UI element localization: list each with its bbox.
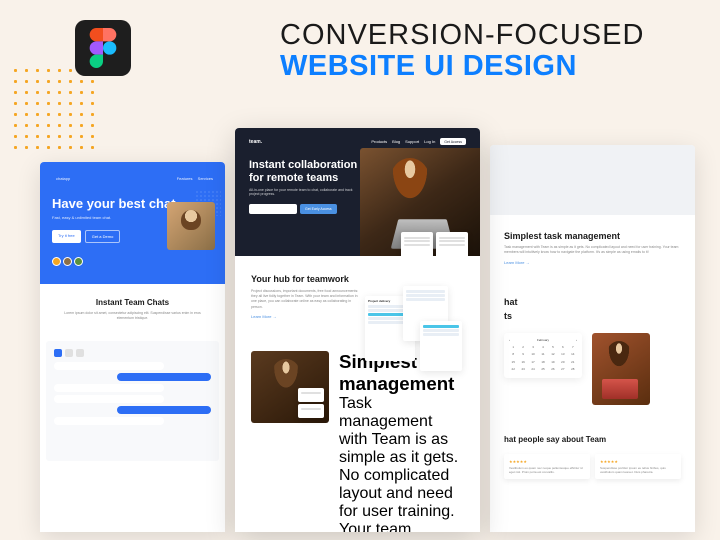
task-card: [298, 404, 324, 418]
testimonials-section: hat people say about Team ★★★★★ Vestibul…: [490, 421, 695, 493]
demo-button[interactable]: Get a Demo: [85, 230, 121, 243]
calendar-widget[interactable]: ‹February› 1234567 891011121314 15161718…: [504, 333, 582, 379]
section-text: Task management with Team is as simple a…: [504, 245, 681, 256]
avatar: [63, 257, 72, 266]
chat-message: [54, 384, 164, 392]
chat-message-sent: [117, 373, 211, 381]
avatar: [52, 257, 61, 266]
section-title-partial2: ts: [504, 311, 681, 321]
email-field[interactable]: [249, 204, 297, 214]
figma-icon: [89, 28, 117, 68]
top-nav: chatapp Features Services: [52, 176, 213, 181]
top-nav: team. Products Blog Support Log In Get A…: [249, 138, 466, 145]
floating-cards: [401, 232, 468, 256]
try-free-button[interactable]: Try it free: [52, 230, 81, 243]
chat-message: [54, 362, 164, 370]
app-mockups: Project delivery: [365, 286, 470, 381]
nav-products[interactable]: Products: [371, 139, 387, 144]
tab[interactable]: [54, 349, 62, 357]
hero-section: chatapp Features Services Have your best…: [40, 162, 225, 284]
headline-line1: CONVERSION-FOCUSED: [280, 20, 700, 50]
chat-message-sent: [117, 406, 211, 414]
star-rating: ★★★★★: [509, 459, 585, 464]
tab[interactable]: [76, 349, 84, 357]
hero-portrait: [167, 202, 215, 250]
hero-placeholder: [490, 145, 695, 215]
testimonial-text: Vestibulum eu quam nec neque pellentesqu…: [509, 466, 585, 474]
section-text: Task management with Team is as simple a…: [339, 395, 464, 532]
calendar-month: February: [537, 338, 549, 342]
nav-features[interactable]: Features: [177, 176, 193, 181]
headline: CONVERSION-FOCUSED WEBSITE UI DESIGN: [280, 20, 700, 83]
logo-text: chatapp: [56, 176, 70, 181]
task-card: [401, 232, 433, 256]
nav-support[interactable]: Support: [405, 139, 419, 144]
section-title: Instant Team Chats: [56, 298, 209, 307]
app-window: [420, 321, 462, 371]
logo-text: team.: [249, 139, 262, 145]
task-card: [298, 388, 324, 402]
feature-section: Instant Team Chats Lorem ipsum dolor sit…: [40, 284, 225, 335]
mockup-card-team: team. Products Blog Support Log In Get A…: [235, 128, 480, 532]
task-section: Simplest task management Task management…: [490, 215, 695, 281]
hero-section: team. Products Blog Support Log In Get A…: [235, 128, 480, 256]
calendar-section: hat ts ‹February› 1234567 891011121314 1…: [490, 281, 695, 421]
star-rating: ★★★★★: [600, 459, 676, 464]
avatar: [74, 257, 83, 266]
figma-logo: [75, 20, 131, 76]
avatar-row: [52, 257, 213, 266]
cards-container: chatapp Features Services Have your best…: [0, 100, 720, 540]
headline-line2: WEBSITE UI DESIGN: [280, 50, 700, 83]
testimonial-card: ★★★★★ Suspendisse porttitor ipsum eu tel…: [595, 454, 681, 479]
section-text: Lorem ipsum dolor sit amet, consectetur …: [56, 311, 209, 321]
chat-mockup: [46, 341, 219, 461]
testimonials-title: hat people say about Team: [504, 435, 681, 444]
tab[interactable]: [65, 349, 73, 357]
section-title-partial: hat: [504, 297, 681, 307]
mockup-card-chatapp: chatapp Features Services Have your best…: [40, 162, 225, 532]
learn-more-link[interactable]: Learn More →: [504, 260, 681, 265]
testimonial-text: Suspendisse porttitor ipsum eu tellus fi…: [600, 466, 676, 474]
task-card: [436, 232, 468, 256]
nav-blog[interactable]: Blog: [392, 139, 400, 144]
section-title: Simplest task management: [504, 231, 681, 241]
section-photo: [592, 333, 650, 405]
testimonial-card: ★★★★★ Vestibulum eu quam nec neque pelle…: [504, 454, 590, 479]
get-access-button[interactable]: Get Access: [440, 138, 466, 145]
nav-login[interactable]: Log In: [424, 139, 435, 144]
chat-message: [54, 395, 164, 403]
section-photo: [251, 351, 329, 423]
chat-tabs: [54, 349, 211, 357]
submit-button[interactable]: Get Early Access: [300, 204, 337, 214]
chat-message: [54, 417, 164, 425]
hero-subtitle: All-in-one place for your remote team to…: [249, 188, 358, 196]
calendar-grid: 1234567 891011121314 15161718192021 2223…: [509, 345, 577, 374]
mockup-card-right: Simplest task management Task management…: [490, 145, 695, 532]
hero-title: Instant collaboration for remote teams: [249, 159, 368, 184]
section-title: Your hub for teamwork: [251, 274, 368, 285]
nav-services[interactable]: Services: [198, 176, 213, 181]
section-text: Project discussions, important documents…: [251, 289, 362, 310]
